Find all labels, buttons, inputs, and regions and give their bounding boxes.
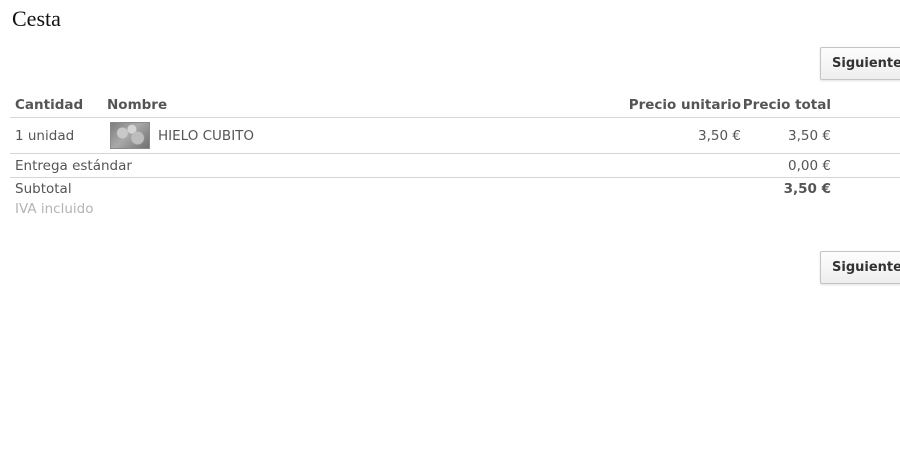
cart-item-row: 1 unidad HIELO CUBITO 3,50 € 3,50 € [10,118,900,154]
delivery-row: Entrega estándar 0,00 € [10,154,900,178]
cart-header-row: Cantidad Nombre Precio unitario Precio t… [10,94,900,118]
next-button-top[interactable]: Siguiente [820,47,900,80]
item-quantity: 1 unidad [15,128,75,144]
item-unit-price: 3,50 € [698,128,741,144]
tax-row: IVA incluido [10,200,900,224]
item-name-link[interactable]: HIELO CUBITO [158,128,254,144]
delivery-price: 0,00 € [788,158,831,174]
delivery-label: Entrega estándar [15,158,132,174]
tax-note: IVA incluido [15,201,94,217]
column-header-unit-price: Precio unitario [628,97,741,113]
column-header-quantity: Cantidad [15,97,84,113]
cart-table: Cantidad Nombre Precio unitario Precio t… [10,94,900,224]
next-button-bottom[interactable]: Siguiente [820,251,900,284]
page-title: Cesta [12,6,61,31]
subtotal-row: Subtotal 3,50 € [10,178,900,200]
column-header-name: Nombre [107,97,168,113]
subtotal-label: Subtotal [15,181,72,197]
column-header-total-price: Precio total [742,97,831,113]
item-total-price: 3,50 € [788,128,831,144]
subtotal-value: 3,50 € [783,181,831,197]
product-photo-icon[interactable] [110,122,150,149]
